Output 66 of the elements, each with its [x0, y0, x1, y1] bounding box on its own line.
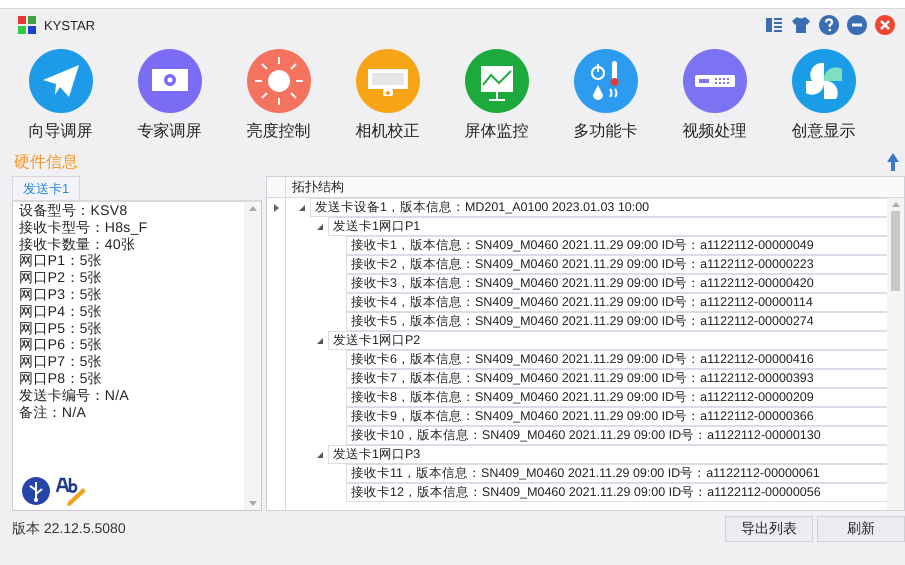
- tree-item[interactable]: 发送卡1网口P3: [328, 445, 887, 464]
- toolbar-button[interactable]: 向导调屏: [6, 49, 115, 142]
- tree-item[interactable]: 接收卡2，版本信息：SN409_M0460 2021.11.29 09:00 ID号：a1122112-00000223: [346, 255, 887, 274]
- info-line: 接收卡数量：40张: [19, 236, 136, 252]
- tree-item[interactable]: 接收卡9，版本信息：SN409_M0460 2021.11.29 09:00 ID号：a1122112-00000366: [346, 407, 887, 426]
- chart-board-icon: [464, 49, 528, 113]
- row-indicator-icon: [274, 204, 278, 212]
- tree-item[interactable]: 接收卡8，版本信息：SN409_M0460 2021.11.29 09:00 ID号：a1122112-00000209: [346, 388, 887, 407]
- tree-item[interactable]: 接收卡3，版本信息：SN409_M0460 2021.11.29 09:00 ID号：a1122112-00000420: [346, 274, 887, 293]
- close-icon[interactable]: [875, 15, 895, 35]
- sun-icon: [246, 49, 310, 113]
- version-label: 版本 22.12.5.5080: [12, 520, 127, 538]
- info-line: 发送卡编号：N/A: [19, 386, 130, 404]
- info-line: 网口P1：5张: [19, 252, 104, 270]
- toolbar-button[interactable]: 专家调屏: [115, 49, 224, 142]
- help-icon[interactable]: [819, 15, 839, 35]
- section-title: 硬件信息: [14, 152, 78, 172]
- tree-item[interactable]: 接收卡12，版本信息：SN409_M0460 2021.11.29 09:00 ID号：a1122112-00000056: [346, 483, 887, 502]
- pinwheel-icon: [792, 49, 856, 113]
- toolbar-button[interactable]: 视频处理: [660, 49, 769, 142]
- info-line: 网口P2：5张: [19, 269, 104, 286]
- toolbar-button[interactable]: 亮度控制: [224, 49, 333, 142]
- collapse-arrow-icon[interactable]: [316, 336, 324, 344]
- collapse-arrow-icon[interactable]: [316, 222, 324, 230]
- window-title: KYSTAR: [44, 18, 96, 32]
- up-arrow-icon[interactable]: [887, 153, 899, 171]
- paper-plane-icon: [28, 49, 92, 113]
- info-line: 备注：N/A: [19, 404, 88, 420]
- tree-item[interactable]: 接收卡7，版本信息：SN409_M0460 2021.11.29 09:00 ID号：a1122112-00000393: [346, 369, 887, 388]
- tree-item[interactable]: 接收卡5，版本信息：SN409_M0460 2021.11.29 09:00 ID号：a1122112-00000274: [346, 312, 887, 331]
- info-line: 网口P5：5张: [19, 320, 104, 336]
- collapse-arrow-icon[interactable]: [298, 204, 306, 212]
- screen-camera-icon: [356, 49, 420, 113]
- scroll-thumb[interactable]: [891, 211, 900, 291]
- info-line: 网口P3：5张: [19, 286, 104, 303]
- toolbar-button[interactable]: 多功能卡: [551, 49, 660, 142]
- tree-item[interactable]: 接收卡11，版本信息：SN409_M0460 2021.11.29 09:00 ID号：a1122112-00000061: [346, 464, 887, 483]
- info-line: 网口P6：5张: [19, 336, 104, 354]
- info-line: 网口P4：5张: [19, 302, 104, 320]
- refresh-button[interactable]: 刷新: [817, 516, 905, 542]
- info-line: 网口P7：5张: [19, 353, 104, 370]
- column-header: 拓扑结构: [291, 178, 345, 196]
- tree-item[interactable]: 发送卡设备1，版本信息：MD201_A0100 2023.01.03 10:00: [310, 198, 887, 217]
- toolbar-button[interactable]: 屏体监控: [442, 49, 551, 142]
- rename-icon[interactable]: [55, 476, 87, 506]
- app-logo-icon: [18, 16, 36, 34]
- tree-item[interactable]: 发送卡1网口P1: [328, 217, 887, 236]
- tree-item[interactable]: 发送卡1网口P2: [328, 331, 887, 350]
- info-line: 设备型号：KSV8: [19, 202, 128, 219]
- screen-gear-icon: [138, 49, 202, 113]
- tree-item[interactable]: 接收卡10，版本信息：SN409_M0460 2021.11.29 09:00 ID号：a1122112-00000130: [346, 426, 887, 445]
- export-button[interactable]: 导出列表: [725, 516, 813, 542]
- power-thermometer-icon: [574, 49, 638, 113]
- toolbar-button[interactable]: 创意显示: [769, 49, 878, 142]
- minimize-icon[interactable]: [847, 15, 867, 35]
- toolbar-button[interactable]: 相机校正: [333, 49, 442, 142]
- tree-item[interactable]: 接收卡1，版本信息：SN409_M0460 2021.11.29 09:00 ID号：a1122112-00000049: [346, 236, 887, 255]
- tree-item[interactable]: 接收卡4，版本信息：SN409_M0460 2021.11.29 09:00 ID号：a1122112-00000114: [346, 293, 887, 312]
- info-line: 网口P8：5张: [19, 370, 104, 387]
- shirt-icon[interactable]: [791, 16, 811, 34]
- info-line: 接收卡型号：H8s_F: [19, 218, 149, 236]
- usb-icon[interactable]: [21, 476, 51, 506]
- tree-item[interactable]: 接收卡6，版本信息：SN409_M0460 2021.11.29 09:00 ID号：a1122112-00000416: [346, 350, 887, 369]
- video-processor-icon: [682, 49, 746, 113]
- collapse-arrow-icon[interactable]: [316, 450, 324, 458]
- list-layout-icon[interactable]: [765, 16, 783, 34]
